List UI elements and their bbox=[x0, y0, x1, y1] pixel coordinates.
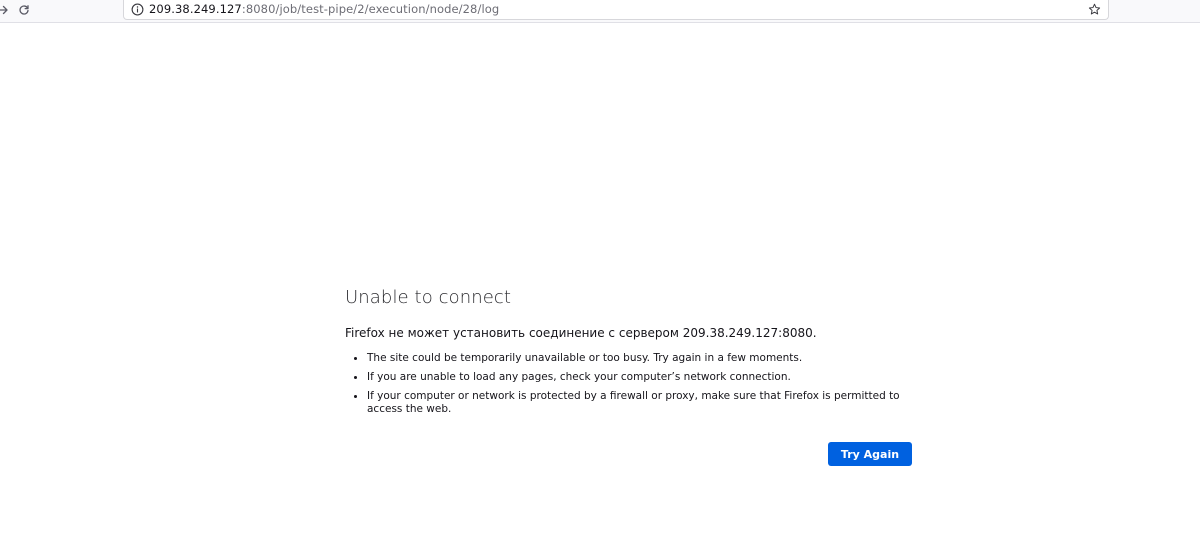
error-suggestions: The site could be temporarily unavailabl… bbox=[345, 351, 915, 416]
error-page: Unable to connect Firefox не может устан… bbox=[345, 286, 915, 421]
url-host: 209.38.249.127 bbox=[149, 2, 242, 16]
list-item: If you are unable to load any pages, che… bbox=[367, 370, 915, 384]
error-description: Firefox не может установить соединение с… bbox=[345, 326, 817, 340]
url-text[interactable]: 209.38.249.127:8080/job/test-pipe/2/exec… bbox=[149, 2, 499, 16]
reload-button[interactable] bbox=[13, 0, 35, 20]
list-item: The site could be temporarily unavailabl… bbox=[367, 351, 915, 365]
arrow-right-icon bbox=[0, 5, 8, 15]
button-row: Try Again bbox=[828, 442, 912, 466]
browser-toolbar: 209.38.249.127:8080/job/test-pipe/2/exec… bbox=[0, 0, 1200, 23]
info-icon[interactable] bbox=[130, 2, 144, 16]
forward-button[interactable] bbox=[0, 0, 14, 20]
url-path: :8080/job/test-pipe/2/execution/node/28/… bbox=[241, 2, 500, 16]
try-again-button[interactable]: Try Again bbox=[828, 442, 912, 466]
error-title: Unable to connect bbox=[345, 287, 512, 308]
list-item: If your computer or network is protected… bbox=[367, 389, 915, 416]
reload-icon bbox=[19, 5, 29, 15]
star-icon[interactable] bbox=[1086, 1, 1102, 17]
url-bar[interactable]: 209.38.249.127:8080/job/test-pipe/2/exec… bbox=[123, 0, 1109, 20]
